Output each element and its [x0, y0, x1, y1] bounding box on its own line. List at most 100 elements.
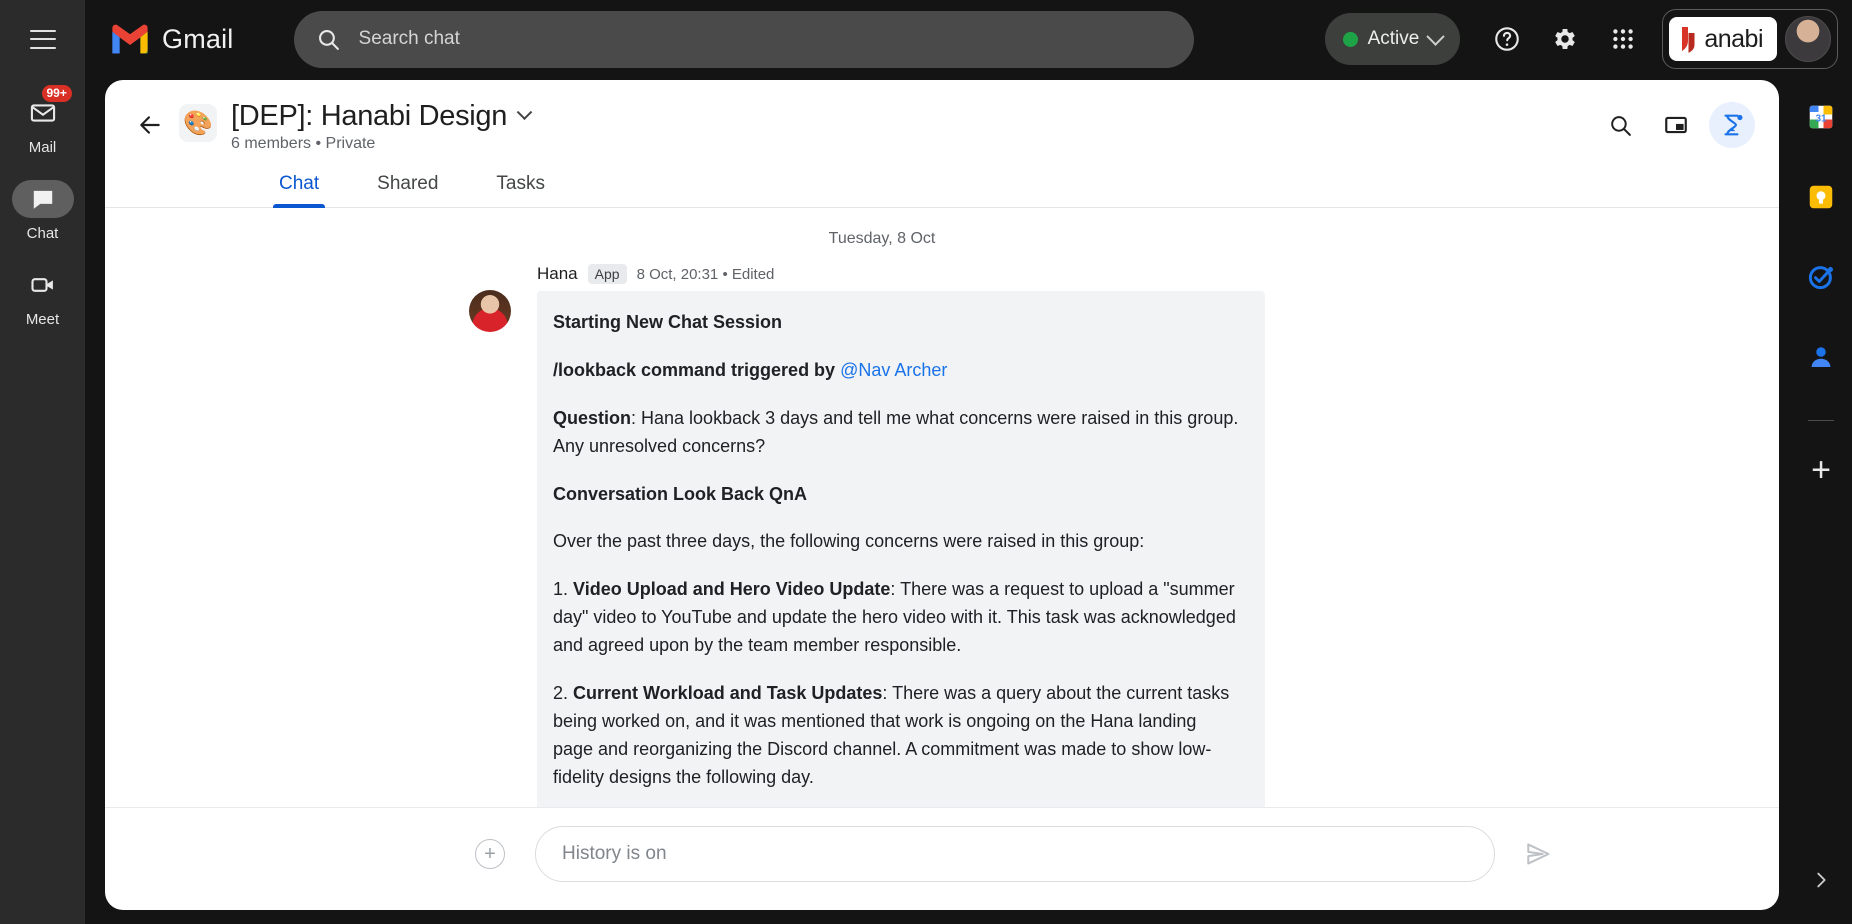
chat-panel-header: 🎨 [DEP]: Hanabi Design 6 members • Priva…: [105, 80, 1779, 208]
google-apps-button[interactable]: [1596, 12, 1650, 66]
gmail-wordmark: Gmail: [162, 23, 234, 54]
rail-item-chat[interactable]: Chat: [0, 180, 85, 242]
concern-item-1: 1. Video Upload and Hero Video Update: T…: [553, 576, 1239, 660]
search-icon: [1610, 115, 1631, 136]
rail-item-meet[interactable]: Meet: [0, 266, 85, 328]
message-item: Hana App 8 Oct, 20:31 • Edited Starting …: [105, 264, 1779, 807]
message-heading-text: Starting New Chat Session: [553, 312, 783, 332]
mail-icon: [30, 104, 55, 122]
message-command-line: /lookback command triggered by @Nav Arch…: [553, 357, 1239, 385]
avatar[interactable]: [1785, 16, 1831, 62]
send-icon: [1527, 843, 1550, 865]
mail-unread-badge: 99+: [41, 85, 72, 102]
message-intro: Over the past three days, the following …: [553, 531, 1145, 552]
chat-bubble-icon: [33, 190, 52, 209]
settings-button[interactable]: [1538, 12, 1592, 66]
room-title-button[interactable]: [DEP]: Hanabi Design: [231, 100, 533, 133]
message-input-wrapper[interactable]: [535, 826, 1495, 882]
hana-avatar: [469, 290, 511, 332]
rail-label-meet: Meet: [25, 311, 60, 328]
expand-side-panel-button[interactable]: [1810, 869, 1832, 896]
rail-label-chat: Chat: [26, 225, 59, 242]
gear-icon: [1555, 28, 1576, 50]
gmail-chat-window: Gmail Active: [0, 0, 1852, 924]
message-sender: Hana: [537, 264, 578, 283]
message-bubble: Starting New Chat Session /lookback comm…: [537, 291, 1265, 807]
concern-1-title: Video Upload and Hero Video Update: [573, 579, 891, 600]
message-heading: Starting New Chat Session: [553, 309, 1239, 337]
message-input[interactable]: [562, 843, 1468, 865]
concern-item-2: 2. Current Workload and Task Updates: Th…: [553, 680, 1239, 792]
message-body: Hana App 8 Oct, 20:31 • Edited Starting …: [537, 264, 1265, 807]
hanabi-logo-icon: [1682, 27, 1695, 53]
concern-2-number: 2.: [553, 683, 574, 704]
page-title: [DEP]: Hanabi Design: [231, 100, 508, 132]
status-pill[interactable]: Active: [1324, 13, 1461, 65]
chevron-down-icon: [516, 104, 533, 121]
concern-1-number: 1.: [553, 579, 574, 600]
chat-panel: 🎨 [DEP]: Hanabi Design 6 members • Priva…: [105, 80, 1779, 910]
message-composer: +: [105, 807, 1779, 910]
search-input[interactable]: [358, 28, 1172, 50]
main-menu-button[interactable]: [0, 0, 85, 78]
room-avatar-emoji: 🎨: [179, 104, 217, 142]
arrow-left-icon: [140, 116, 160, 134]
date-divider: Tuesday, 8 Oct: [828, 230, 936, 247]
picture-in-picture-icon: [1665, 116, 1687, 134]
workspace-badge: anabi: [1669, 17, 1777, 61]
command-prefix: /lookback command triggered by: [553, 359, 841, 380]
message-section-title: Conversation Look Back QnA: [553, 481, 1239, 509]
topbar-actions: Active anabi: [1324, 9, 1852, 69]
help-button[interactable]: [1480, 12, 1534, 66]
rail-label-mail: Mail: [28, 139, 57, 156]
workspace-name: anabi: [1704, 24, 1763, 53]
hana-assistant-icon: [1724, 114, 1743, 136]
hamburger-menu-icon[interactable]: [29, 29, 56, 49]
mention-link[interactable]: @Nav Archer: [840, 360, 947, 380]
calendar-icon[interactable]: 31: [1804, 100, 1838, 134]
concern-2-title: Current Workload and Task Updates: [573, 683, 883, 704]
right-rail: 31 +: [1790, 78, 1852, 924]
gmail-m-icon: [112, 24, 148, 54]
message-list[interactable]: Tuesday, 8 Oct Hana App 8 Oct, 20:31 • E…: [105, 208, 1779, 807]
tab-shared[interactable]: Shared: [363, 165, 452, 207]
rail-divider: [1808, 420, 1834, 421]
search-bar[interactable]: [293, 10, 1194, 68]
app-badge: App: [587, 264, 627, 284]
room-info: [DEP]: Hanabi Design 6 members • Private: [231, 100, 533, 153]
help-circle-icon: [1495, 27, 1520, 51]
tasks-icon[interactable]: [1804, 260, 1838, 294]
svg-text:31: 31: [1815, 113, 1827, 124]
picture-in-picture-button[interactable]: [1653, 102, 1699, 148]
question-label: Question: [553, 407, 632, 428]
rail-item-mail[interactable]: 99+ Mail: [0, 85, 85, 156]
room-search-button[interactable]: [1597, 102, 1643, 148]
message-question: Question: Hana lookback 3 days and tell …: [553, 405, 1239, 461]
room-actions: [1597, 102, 1755, 148]
room-subtitle: 6 members • Private: [231, 135, 376, 152]
keep-icon[interactable]: [1804, 180, 1838, 214]
back-button[interactable]: [129, 104, 171, 146]
room-tabs: Chat Shared Tasks: [105, 165, 1779, 208]
status-label: Active: [1367, 28, 1420, 49]
question-text: : Hana lookback 3 days and tell me what …: [553, 407, 1239, 456]
send-button[interactable]: [1521, 837, 1555, 871]
message-timestamp: 8 Oct, 20:31 • Edited: [636, 265, 775, 283]
status-dot-icon: [1342, 31, 1358, 47]
hana-assistant-button[interactable]: [1709, 102, 1755, 148]
top-bar: Gmail Active: [0, 0, 1852, 78]
tab-tasks[interactable]: Tasks: [482, 165, 559, 207]
add-side-app-button[interactable]: +: [1811, 453, 1831, 487]
section-title-text: Conversation Look Back QnA: [553, 483, 808, 504]
apps-grid-icon: [1613, 29, 1634, 49]
contacts-icon[interactable]: [1804, 340, 1838, 374]
plus-circle-icon[interactable]: +: [475, 839, 505, 869]
account-chip[interactable]: anabi: [1662, 9, 1838, 69]
gmail-logo[interactable]: Gmail: [109, 23, 234, 55]
tab-chat[interactable]: Chat: [265, 165, 333, 208]
video-camera-icon: [30, 278, 53, 292]
search-icon: [318, 29, 339, 50]
chevron-down-icon: [1426, 26, 1446, 46]
chevron-right-icon: [1817, 872, 1826, 888]
left-rail: 99+ Mail Chat Meet: [0, 78, 85, 924]
